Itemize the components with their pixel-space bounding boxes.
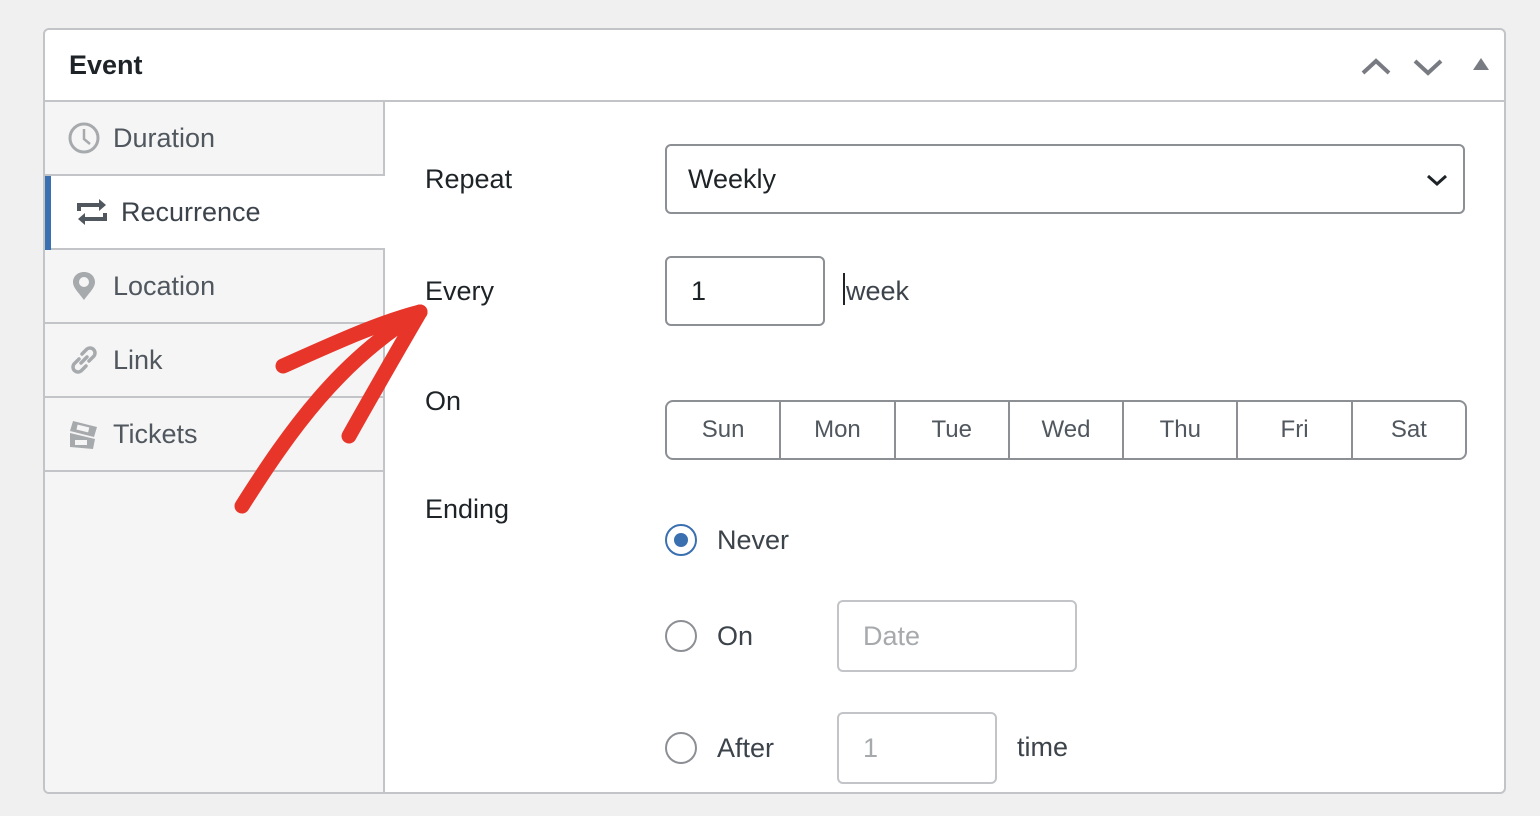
tab-link[interactable]: Link	[45, 324, 383, 398]
map-pin-icon	[67, 269, 101, 303]
tab-tickets[interactable]: Tickets	[45, 398, 383, 472]
on-date-label: On	[717, 620, 754, 651]
on-label: On	[425, 386, 462, 416]
repeat-label: Repeat	[425, 164, 513, 194]
tab-label: Link	[113, 344, 163, 375]
every-value: 1	[691, 275, 707, 306]
ending-after-option[interactable]: After	[665, 732, 774, 764]
chevron-up-icon	[1358, 50, 1394, 84]
event-panel: Event Duration Recurrence Location Link …	[43, 28, 1506, 794]
tab-label: Location	[113, 270, 216, 301]
occurrences-input[interactable]: 1	[837, 712, 997, 784]
tickets-icon	[67, 417, 101, 451]
chevron-down-icon	[1425, 168, 1449, 199]
triangle-up-icon	[1463, 50, 1499, 84]
panel-header: Event	[45, 30, 1504, 102]
ending-label: Ending	[425, 494, 510, 524]
every-input[interactable]: 1	[665, 256, 825, 326]
end-date-placeholder: Date	[863, 620, 921, 651]
chevron-down-icon	[1410, 50, 1446, 84]
recurrence-form: Repeat Weekly Every 1 week On Sun Mon Tu…	[385, 102, 1504, 792]
tab-duration[interactable]: Duration	[45, 102, 383, 176]
never-label: Never	[717, 524, 790, 555]
repeat-value: Weekly	[688, 163, 777, 194]
day-mon[interactable]: Mon	[781, 402, 896, 458]
occurrences-unit: time	[1017, 732, 1069, 762]
every-unit: week	[846, 276, 910, 306]
day-sun[interactable]: Sun	[667, 402, 782, 458]
panel-title: Event	[69, 50, 143, 80]
day-wed[interactable]: Wed	[1010, 402, 1125, 458]
never-radio[interactable]	[665, 524, 697, 556]
repeat-icon	[75, 195, 109, 229]
occurrences-placeholder: 1	[863, 732, 879, 763]
end-date-input[interactable]: Date	[837, 600, 1077, 672]
text-cursor	[843, 273, 845, 305]
sidebar: Duration Recurrence Location Link Ticket…	[45, 102, 385, 792]
tab-recurrence[interactable]: Recurrence	[45, 176, 385, 250]
after-radio[interactable]	[665, 732, 697, 764]
day-thu[interactable]: Thu	[1124, 402, 1239, 458]
day-sat[interactable]: Sat	[1353, 402, 1465, 458]
tab-label: Tickets	[113, 418, 198, 449]
tab-label: Duration	[113, 122, 216, 153]
after-label: After	[717, 732, 775, 763]
ending-never-option[interactable]: Never	[665, 524, 789, 556]
on-date-radio[interactable]	[665, 620, 697, 652]
link-icon	[67, 343, 101, 377]
weekday-selector: Sun Mon Tue Wed Thu Fri Sat	[665, 400, 1467, 460]
move-up-button[interactable]	[1358, 50, 1394, 84]
toggle-panel-button[interactable]	[1463, 50, 1499, 84]
move-down-button[interactable]	[1410, 50, 1446, 84]
repeat-select[interactable]: Weekly	[665, 144, 1465, 214]
day-tue[interactable]: Tue	[896, 402, 1010, 458]
every-label: Every	[425, 276, 495, 306]
day-fri[interactable]: Fri	[1238, 402, 1353, 458]
clock-icon	[67, 121, 101, 155]
ending-on-option[interactable]: On	[665, 620, 753, 652]
tab-label: Recurrence	[121, 196, 261, 227]
tab-location[interactable]: Location	[45, 250, 383, 324]
